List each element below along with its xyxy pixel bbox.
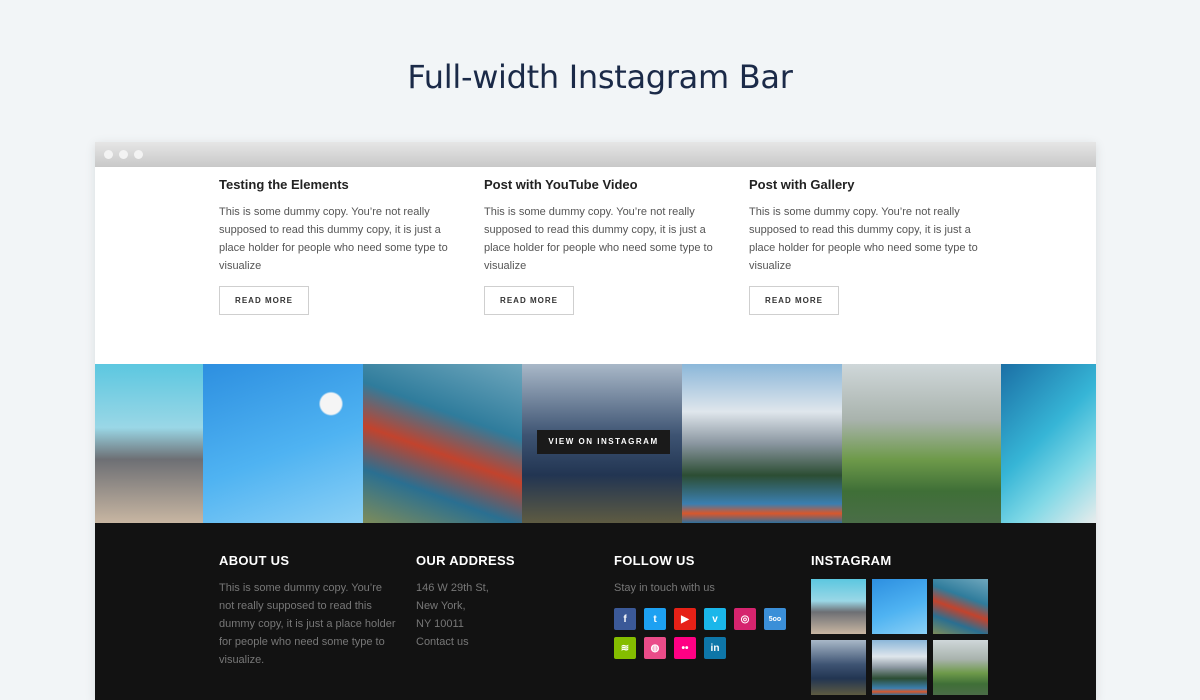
post-title[interactable]: Post with Gallery bbox=[749, 177, 989, 192]
instagram-photo-ferris-wheel[interactable] bbox=[203, 364, 363, 523]
footer-about: ABOUT US This is some dummy copy. You’re… bbox=[219, 553, 397, 669]
contact-us-link[interactable]: Contact us bbox=[416, 633, 515, 651]
instagram-photo-beach[interactable] bbox=[1001, 364, 1096, 523]
address-line: NY 10011 bbox=[416, 618, 464, 630]
flickr-icon[interactable]: •• bbox=[674, 637, 696, 659]
browser-window: Testing the Elements This is some dummy … bbox=[95, 142, 1096, 700]
read-more-button[interactable]: READ MORE bbox=[749, 286, 839, 315]
youtube-icon[interactable]: ▶ bbox=[674, 608, 696, 630]
address-line: 146 W 29th St, bbox=[416, 582, 489, 594]
instagram-photo-hiker[interactable] bbox=[842, 364, 1001, 523]
post-excerpt: This is some dummy copy. You’re not real… bbox=[749, 206, 978, 272]
vimeo-icon[interactable]: v bbox=[704, 608, 726, 630]
footer-follow: FOLLOW US Stay in touch with us f t ▶ v ◎ 5oo… bbox=[614, 553, 786, 659]
500px-icon[interactable]: 5oo bbox=[764, 608, 786, 630]
twitter-icon[interactable]: t bbox=[644, 608, 666, 630]
post-card: Testing the Elements This is some dummy … bbox=[219, 167, 459, 315]
footer-about-text: This is some dummy copy. You’re not real… bbox=[219, 582, 396, 666]
post-title[interactable]: Post with YouTube Video bbox=[484, 177, 724, 192]
browser-titlebar bbox=[95, 142, 1096, 167]
footer-instagram: INSTAGRAM bbox=[811, 553, 988, 695]
window-dot-minimize[interactable] bbox=[119, 150, 128, 159]
social-icons: f t ▶ v ◎ 5oo ≋ ◍ •• in bbox=[614, 608, 786, 659]
instagram-thumb[interactable] bbox=[811, 579, 866, 634]
follow-text: Stay in touch with us bbox=[614, 582, 715, 594]
dribbble-icon[interactable]: ◍ bbox=[644, 637, 666, 659]
read-more-button[interactable]: READ MORE bbox=[219, 286, 309, 315]
instagram-thumb[interactable] bbox=[872, 579, 927, 634]
instagram-thumb[interactable] bbox=[872, 640, 927, 695]
window-dot-close[interactable] bbox=[104, 150, 113, 159]
site-footer: ABOUT US This is some dummy copy. You’re… bbox=[95, 523, 1096, 700]
instagram-photo-mountain-kayak[interactable] bbox=[682, 364, 842, 523]
footer-address: OUR ADDRESS 146 W 29th St, New York, NY … bbox=[416, 553, 515, 651]
window-dot-maximize[interactable] bbox=[134, 150, 143, 159]
spotify-icon[interactable]: ≋ bbox=[614, 637, 636, 659]
footer-heading: ABOUT US bbox=[219, 553, 290, 568]
address-line: New York, bbox=[416, 600, 466, 612]
view-on-instagram-button[interactable]: VIEW ON INSTAGRAM bbox=[537, 430, 670, 454]
post-title[interactable]: Testing the Elements bbox=[219, 177, 459, 192]
instagram-thumb[interactable] bbox=[933, 579, 988, 634]
post-card: Post with YouTube Video This is some dum… bbox=[484, 167, 724, 315]
facebook-icon[interactable]: f bbox=[614, 608, 636, 630]
post-card: Post with Gallery This is some dummy cop… bbox=[749, 167, 989, 315]
blog-posts: Testing the Elements This is some dummy … bbox=[95, 167, 1096, 364]
instagram-bar: VIEW ON INSTAGRAM bbox=[95, 364, 1096, 523]
footer-heading: INSTAGRAM bbox=[811, 553, 892, 568]
post-excerpt: This is some dummy copy. You’re not real… bbox=[219, 206, 448, 272]
post-excerpt: This is some dummy copy. You’re not real… bbox=[484, 206, 713, 272]
page-title: Full-width Instagram Bar bbox=[407, 58, 793, 96]
footer-heading: OUR ADDRESS bbox=[416, 553, 515, 568]
footer-heading: FOLLOW US bbox=[614, 553, 695, 568]
address-block: 146 W 29th St, New York, NY 10011 Contac… bbox=[416, 579, 515, 651]
instagram-icon[interactable]: ◎ bbox=[734, 608, 756, 630]
read-more-button[interactable]: READ MORE bbox=[484, 286, 574, 315]
instagram-thumb[interactable] bbox=[933, 640, 988, 695]
linkedin-icon[interactable]: in bbox=[704, 637, 726, 659]
instagram-photo-street[interactable] bbox=[95, 364, 203, 523]
instagram-grid bbox=[811, 579, 988, 695]
instagram-photo-golden-gate[interactable] bbox=[363, 364, 522, 523]
instagram-thumb[interactable] bbox=[811, 640, 866, 695]
